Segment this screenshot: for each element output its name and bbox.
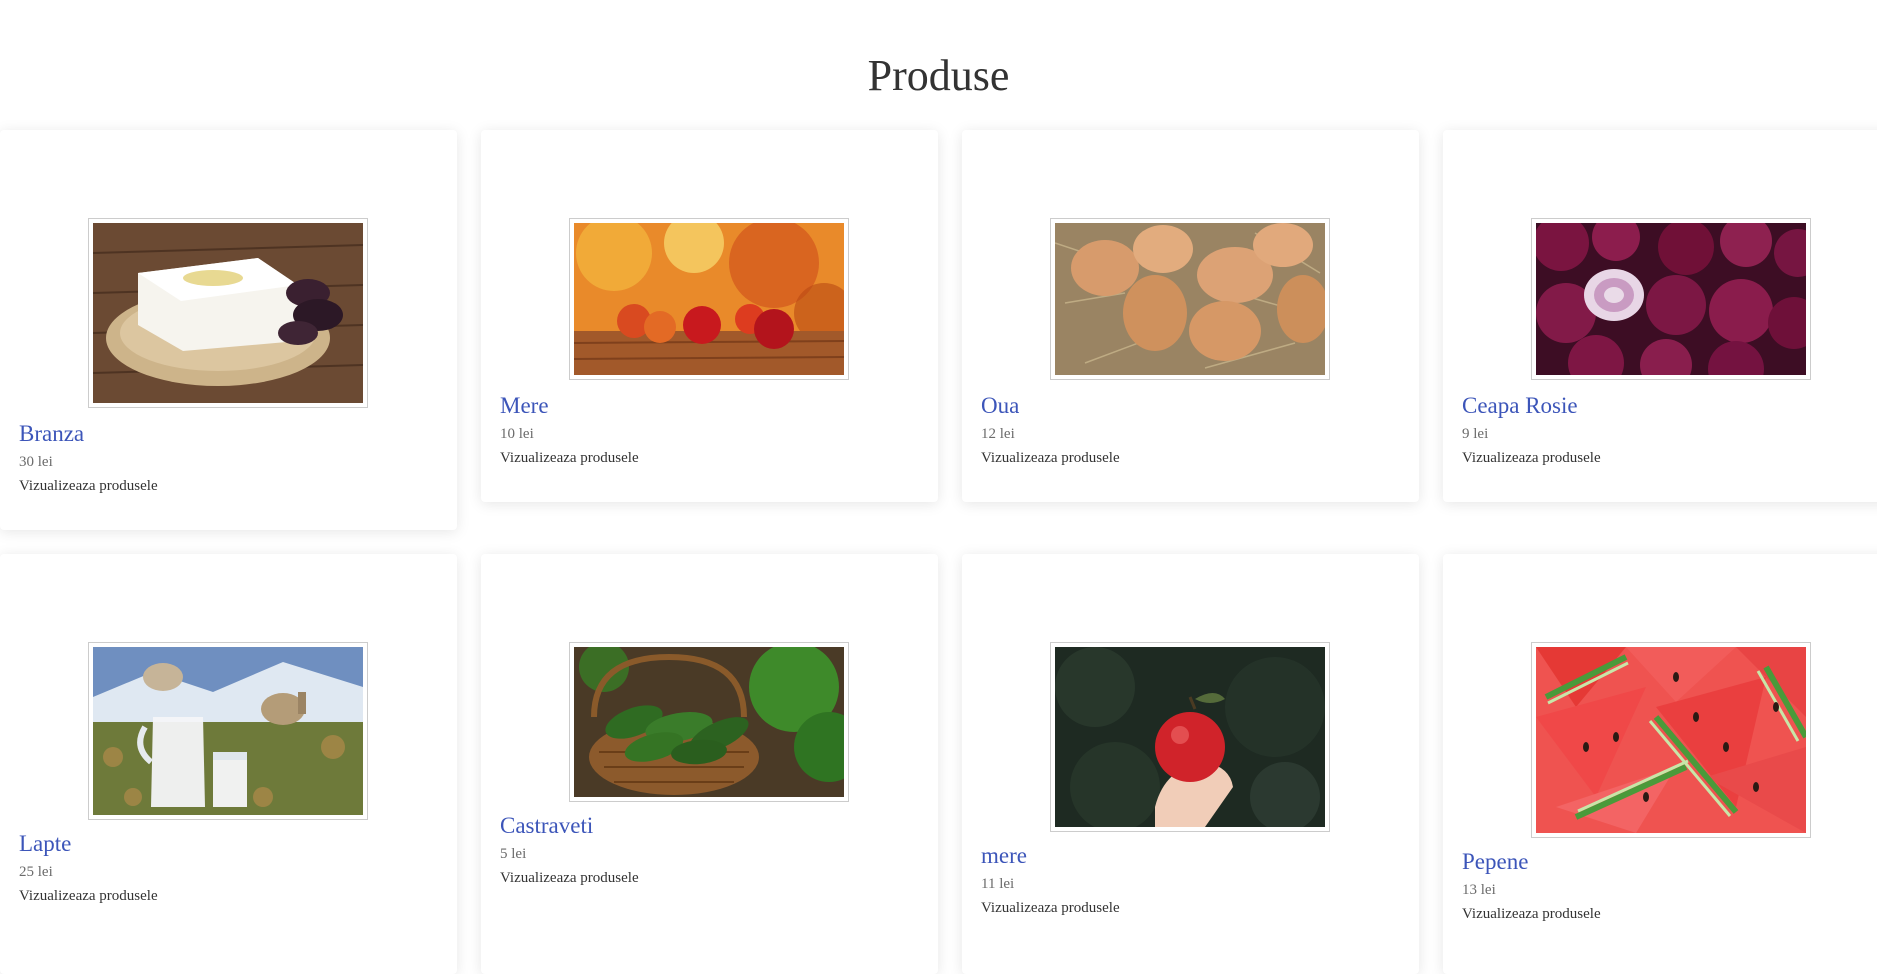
product-price: 5 lei [500, 846, 527, 862]
product-name[interactable]: Oua [981, 392, 1400, 420]
view-products-link[interactable]: Vizualizeaza produsele [500, 448, 919, 468]
apples-image [574, 223, 844, 375]
product-card: Pepene 13 lei Vizualizeaza produsele [1443, 554, 1877, 974]
product-price: 10 lei [500, 426, 534, 442]
view-products-link[interactable]: Vizualizeaza produsele [981, 898, 1400, 918]
product-card: Lapte 25 lei Vizualizeaza produsele [0, 554, 457, 974]
product-price: 9 lei [1462, 426, 1489, 442]
product-image[interactable] [88, 642, 368, 820]
product-name[interactable]: Mere [500, 392, 919, 420]
page-title: Produse [867, 51, 1010, 100]
product-image[interactable] [88, 218, 368, 408]
product-name[interactable]: Lapte [19, 830, 438, 858]
product-name[interactable]: Pepene [1462, 848, 1877, 876]
product-name[interactable]: Branza [19, 420, 438, 448]
view-products-link[interactable]: Vizualizeaza produsele [981, 448, 1400, 468]
product-card: Oua 12 lei Vizualizeaza produsele [962, 130, 1419, 502]
product-image[interactable] [1050, 218, 1330, 380]
watermelon-image [1536, 647, 1806, 833]
product-name[interactable]: mere [981, 842, 1400, 870]
eggs-image [1055, 223, 1325, 375]
milk-image [93, 647, 363, 815]
product-image[interactable] [1531, 218, 1811, 380]
product-card: Castraveti 5 lei Vizualizeaza produsele [481, 554, 938, 974]
cheese-image [93, 223, 363, 403]
product-price: 30 lei [19, 454, 53, 470]
product-card: mere 11 lei Vizualizeaza produsele [962, 554, 1419, 974]
product-price: 25 lei [19, 864, 53, 880]
product-image[interactable] [569, 642, 849, 802]
product-name[interactable]: Castraveti [500, 812, 919, 840]
product-image[interactable] [569, 218, 849, 380]
view-products-link[interactable]: Vizualizeaza produsele [19, 886, 438, 906]
product-price: 11 lei [981, 876, 1015, 892]
product-card: Ceapa Rosie 9 lei Vizualizeaza produsele [1443, 130, 1877, 502]
view-products-link[interactable]: Vizualizeaza produsele [1462, 904, 1877, 924]
cucumbers-image [574, 647, 844, 797]
product-price: 13 lei [1462, 882, 1496, 898]
apple-in-hand-image [1055, 647, 1325, 827]
product-card: Branza 30 lei Vizualizeaza produsele [0, 130, 457, 530]
product-price: 12 lei [981, 426, 1015, 442]
view-products-link[interactable]: Vizualizeaza produsele [1462, 448, 1877, 468]
product-image[interactable] [1531, 642, 1811, 838]
product-name[interactable]: Ceapa Rosie [1462, 392, 1877, 420]
red-onions-image [1536, 223, 1806, 375]
product-image[interactable] [1050, 642, 1330, 832]
view-products-link[interactable]: Vizualizeaza produsele [19, 476, 438, 496]
product-card: Mere 10 lei Vizualizeaza produsele [481, 130, 938, 502]
view-products-link[interactable]: Vizualizeaza produsele [500, 868, 919, 888]
